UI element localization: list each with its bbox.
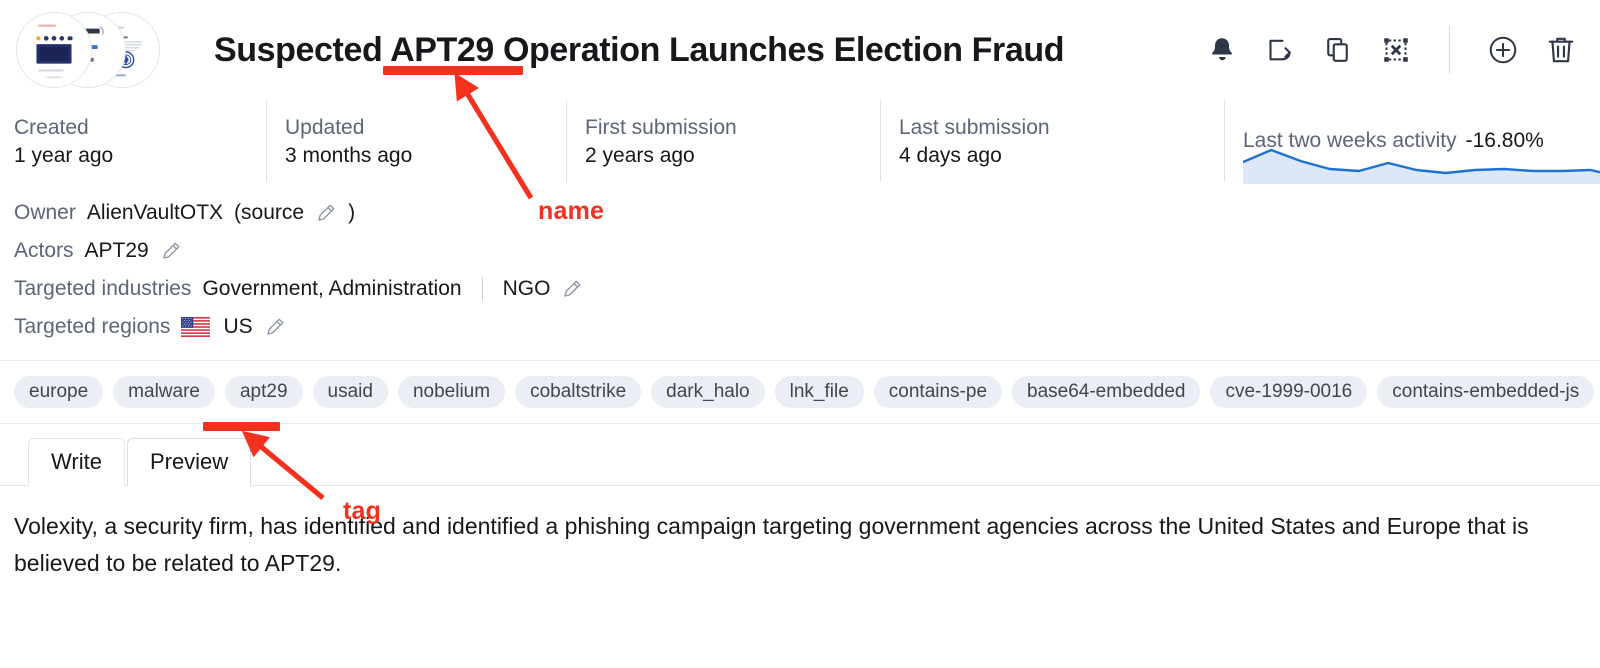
report-thumbnail-stack[interactable]	[16, 12, 164, 88]
header-actions	[1205, 26, 1586, 74]
regions-value: US	[223, 315, 253, 338]
tag-malware[interactable]: malware	[113, 376, 215, 408]
subscribe-bell-icon[interactable]	[1205, 33, 1239, 67]
edit-industries-pencil-icon[interactable]	[561, 278, 583, 300]
edit-regions-pencil-icon[interactable]	[264, 316, 286, 338]
tag-usaid[interactable]: usaid	[312, 376, 388, 408]
meta-first-submission: First submission 2 years ago	[566, 100, 880, 182]
tags-row: europe malware apt29 usaid nobelium coba…	[0, 361, 1600, 423]
meta-activity: Last two weeks activity -16.80%	[1224, 100, 1600, 184]
attribute-actors: Actors APT29	[14, 232, 1600, 270]
meta-created-value: 1 year ago	[14, 143, 114, 167]
delete-icon[interactable]	[1544, 33, 1578, 67]
tag-contains-embedded-js[interactable]: contains-embedded-js	[1377, 376, 1595, 408]
actors-value: APT29	[84, 239, 149, 262]
industries-value-2: NGO	[502, 277, 551, 300]
activity-sparkline	[1243, 140, 1600, 184]
add-icon[interactable]	[1486, 33, 1520, 67]
meta-created: Created 1 year ago	[14, 100, 266, 182]
us-flag-icon	[181, 317, 211, 337]
owner-value: AlienVaultOTX	[86, 201, 224, 224]
tag-apt29[interactable]: apt29	[224, 376, 303, 408]
owner-source-close: )	[348, 201, 356, 224]
tag-cobaltstrike[interactable]: cobaltstrike	[515, 376, 642, 408]
meta-updated-label: Updated	[285, 115, 365, 139]
meta-last-submission-label: Last submission	[899, 115, 1050, 139]
meta-last-submission-value: 4 days ago	[899, 143, 1002, 167]
owner-label: Owner	[14, 201, 76, 224]
tag-lnk-file[interactable]: lnk_file	[774, 376, 864, 408]
meta-last-submission: Last submission 4 days ago	[880, 100, 1224, 182]
tab-write[interactable]: Write	[28, 438, 125, 486]
export-icon[interactable]	[1263, 33, 1297, 67]
industries-divider	[481, 277, 483, 301]
tag-base64-embedded[interactable]: base64-embedded	[1012, 376, 1201, 408]
tab-preview[interactable]: Preview	[126, 438, 252, 486]
copy-icon[interactable]	[1321, 33, 1355, 67]
tag-contains-pe[interactable]: contains-pe	[873, 376, 1003, 408]
edit-owner-pencil-icon[interactable]	[315, 202, 337, 224]
industries-value: Government, Administration	[202, 277, 462, 300]
tag-cve-1999-0016[interactable]: cve-1999-0016	[1210, 376, 1368, 408]
meta-first-submission-label: First submission	[585, 115, 737, 139]
attribute-targeted-industries: Targeted industries Government, Administ…	[14, 270, 1600, 308]
metadata-strip: Created 1 year ago Updated 3 months ago …	[0, 100, 1600, 184]
actors-label: Actors	[14, 239, 74, 262]
attribute-owner: Owner AlienVaultOTX (source )	[14, 194, 1600, 232]
activity-sparkline-svg	[1243, 140, 1600, 184]
meta-created-label: Created	[14, 115, 89, 139]
attribute-targeted-regions: Targeted regions US	[14, 308, 1600, 346]
description-content: Volexity, a security firm, has identifie…	[14, 513, 1529, 577]
header-divider	[1449, 26, 1450, 74]
regions-label: Targeted regions	[14, 315, 171, 338]
editor-tabs: Write Preview	[0, 424, 1600, 486]
graph-relations-icon[interactable]	[1379, 33, 1413, 67]
attributes-block: Owner AlienVaultOTX (source ) Actors APT…	[0, 182, 1600, 348]
tag-dark-halo[interactable]: dark_halo	[651, 376, 765, 408]
sparkline-area	[1243, 150, 1600, 184]
meta-first-submission-value: 2 years ago	[585, 143, 695, 167]
edit-actors-pencil-icon[interactable]	[160, 240, 182, 262]
description-editor: Write Preview Volexity, a security firm,…	[0, 424, 1600, 583]
meta-updated: Updated 3 months ago	[266, 100, 566, 182]
thumbnail-1-image	[17, 13, 91, 87]
owner-source-open: (source	[234, 201, 305, 224]
tag-nobelium[interactable]: nobelium	[397, 376, 506, 408]
page-title: Suspected APT29 Operation Launches Elect…	[214, 31, 1065, 69]
industries-label: Targeted industries	[14, 277, 192, 300]
thumbnail-1	[16, 12, 92, 88]
meta-updated-value: 3 months ago	[285, 143, 413, 167]
report-header: Suspected APT29 Operation Launches Elect…	[0, 0, 1600, 100]
tag-europe[interactable]: europe	[14, 376, 104, 408]
